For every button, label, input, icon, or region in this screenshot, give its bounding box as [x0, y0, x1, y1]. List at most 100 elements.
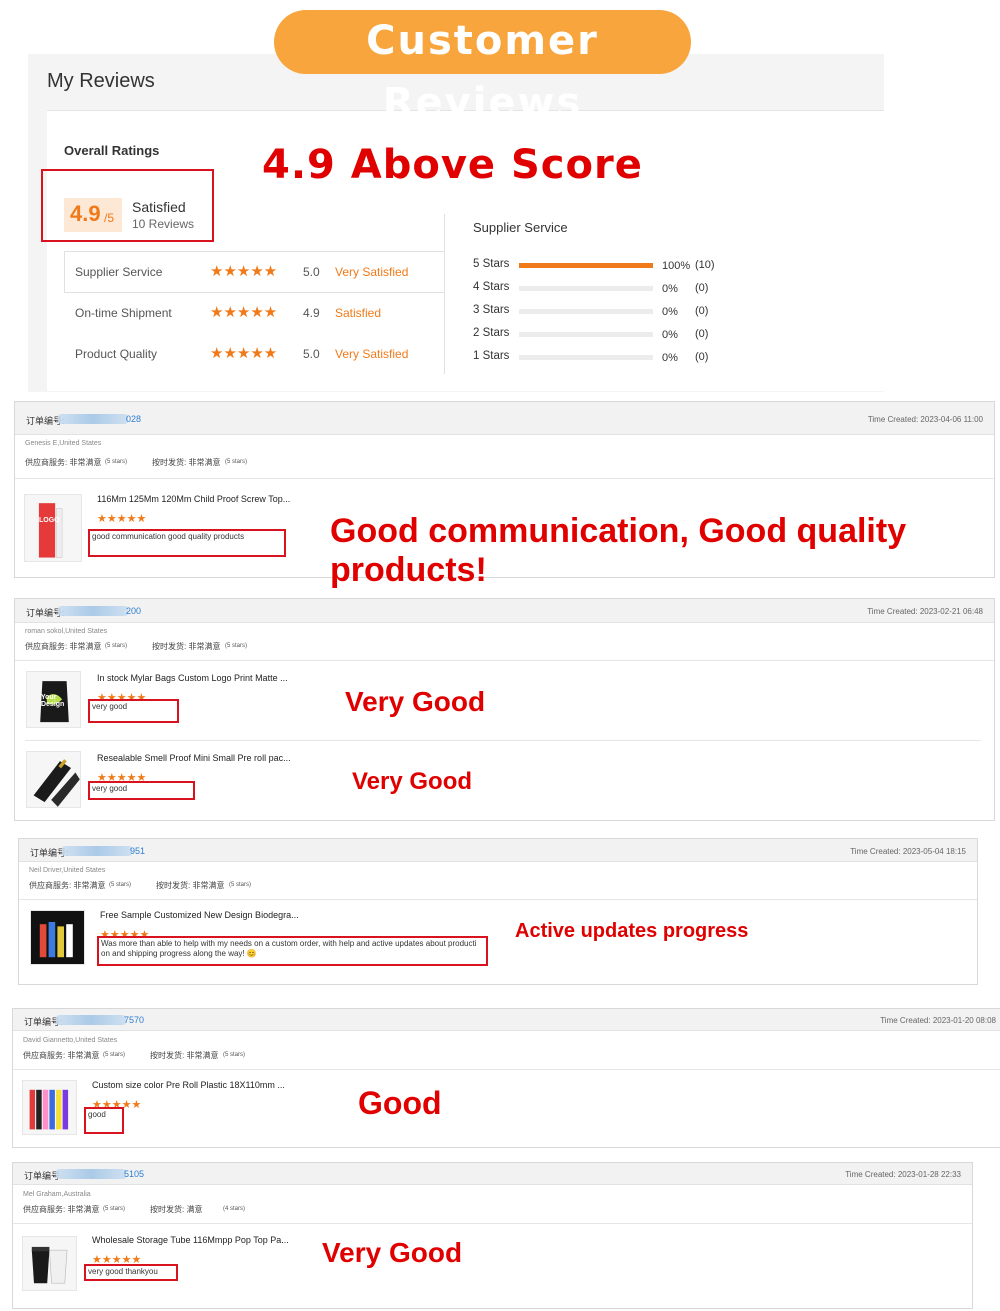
product-image — [38, 503, 63, 558]
supplier-service-stars: (5 stars) — [105, 643, 128, 649]
product-thumbnail[interactable]: Your Design — [26, 671, 81, 728]
bar-track — [519, 263, 653, 268]
order-number-tail[interactable]: 200 — [126, 606, 141, 616]
buyer-name: Genesis E,United States — [25, 440, 102, 447]
order-card-header — [15, 599, 994, 623]
bar-fill — [519, 263, 653, 268]
bar-track — [519, 309, 653, 314]
divider — [13, 1223, 972, 1224]
divider — [64, 251, 65, 293]
shipment-rating: 按时发货: 非常满意 — [150, 1051, 219, 1060]
order-card-header — [19, 839, 977, 862]
order-card-header — [13, 1163, 972, 1185]
review-callout: Good — [358, 1085, 442, 1121]
category-score: 4.9 — [303, 306, 320, 320]
divider — [444, 214, 445, 374]
review-comment: good — [88, 1110, 106, 1119]
time-created: Time Created: 2023-01-28 22:33 — [845, 1170, 961, 1179]
order-number-tail[interactable]: 7570 — [124, 1015, 144, 1025]
category-satisfaction: Satisfied — [335, 306, 382, 320]
product-thumbnail[interactable] — [26, 751, 81, 808]
star-level-label: 3 Stars — [473, 304, 510, 316]
divider — [15, 660, 994, 661]
supplier-service-stars: (5 stars) — [109, 882, 132, 888]
star-level-count: (0) — [695, 282, 709, 294]
supplier-service-rating: 供应商服务: 非常满意 — [25, 642, 102, 651]
category-name: On-time Shipment — [75, 306, 172, 320]
shipment-stars: (5 stars) — [229, 882, 252, 888]
category-satisfaction: Very Satisfied — [335, 347, 409, 361]
overall-satisfaction: Satisfied — [132, 199, 186, 215]
thumbnail-text: LOGO — [39, 517, 60, 524]
supplier-service-stars: (5 stars) — [103, 1052, 126, 1058]
product-image — [33, 759, 80, 807]
shipment-stars: (4 stars) — [223, 1206, 246, 1212]
order-number-tail[interactable]: 951 — [130, 846, 145, 856]
time-created: Time Created: 2023-01-20 08:08 — [880, 1016, 996, 1025]
divider — [64, 292, 445, 293]
bar-track — [519, 286, 653, 291]
product-image — [29, 1089, 69, 1130]
review-count: 10 Reviews — [132, 217, 195, 231]
shipment-stars: (5 stars) — [223, 1052, 246, 1058]
product-title[interactable]: In stock Mylar Bags Custom Logo Print Ma… — [97, 673, 288, 683]
shipment-stars: (5 stars) — [225, 459, 248, 465]
redacted-order-number — [62, 846, 132, 856]
category-score: 5.0 — [303, 265, 320, 279]
shipment-rating: 按时发货: 非常满意 — [152, 458, 221, 467]
category-name: Product Quality — [75, 347, 158, 361]
review-comment: very good thankyou — [88, 1267, 158, 1276]
category-satisfaction: Very Satisfied — [335, 265, 409, 279]
review-comment: good communication good quality products — [92, 532, 245, 541]
product-thumbnail[interactable] — [22, 1236, 77, 1291]
divider — [64, 251, 445, 252]
customer-reviews-banner: Customer Reviews — [274, 10, 691, 126]
star-level-percent: 0% — [662, 329, 678, 341]
review-callout: Very Good — [322, 1237, 463, 1268]
divider — [15, 478, 994, 479]
star-level-count: (10) — [695, 259, 715, 271]
divider — [25, 740, 981, 741]
shipment-rating: 按时发货: 满意 — [150, 1205, 203, 1214]
order-number-tail[interactable]: 5105 — [124, 1169, 144, 1179]
buyer-name: roman sokol,United States — [25, 628, 108, 635]
product-image — [31, 911, 84, 964]
divider — [19, 899, 977, 900]
product-title[interactable]: Resealable Smell Proof Mini Small Pre ro… — [97, 753, 291, 763]
redacted-order-number — [58, 414, 128, 424]
review-callout: Very Good — [352, 768, 473, 795]
shipment-stars: (5 stars) — [225, 643, 248, 649]
shipment-rating: 按时发货: 非常满意 — [152, 642, 221, 651]
supplier-service-title: Supplier Service — [473, 220, 568, 235]
bar-track — [519, 332, 653, 337]
supplier-service-stars: (5 stars) — [103, 1206, 126, 1212]
page-title: My Reviews — [47, 70, 155, 92]
divider — [13, 1069, 1000, 1070]
product-thumbnail[interactable] — [30, 910, 85, 965]
redacted-order-number — [56, 1169, 126, 1179]
buyer-name: David Giannetto,United States — [23, 1037, 118, 1044]
product-thumbnail[interactable]: LOGO — [24, 494, 82, 562]
score-denominator: /5 — [104, 211, 115, 225]
product-thumbnail[interactable] — [22, 1080, 77, 1135]
category-name: Supplier Service — [75, 265, 163, 279]
product-title[interactable]: 116Mm 125Mm 120Mm Child Proof Screw Top.… — [97, 494, 290, 504]
star-level-count: (0) — [695, 305, 709, 317]
product-title[interactable]: Free Sample Customized New Design Biodeg… — [100, 910, 299, 920]
star-level-count: (0) — [695, 328, 709, 340]
time-created: Time Created: 2023-04-06 11:00 — [867, 415, 983, 424]
star-rating: ★★★★★ — [210, 304, 278, 321]
product-image — [31, 1246, 68, 1284]
supplier-service-rating: 供应商服务: 非常满意 — [23, 1205, 100, 1214]
star-level-label: 1 Stars — [473, 350, 510, 362]
order-card-header — [15, 402, 994, 435]
category-score: 5.0 — [303, 347, 320, 361]
product-title[interactable]: Wholesale Storage Tube 116Mmpp Pop Top P… — [92, 1235, 289, 1245]
redacted-order-number — [56, 1015, 126, 1025]
star-level-label: 4 Stars — [473, 281, 510, 293]
review-comment: very good — [92, 784, 128, 793]
review-comment: very good — [92, 702, 128, 711]
order-number-tail[interactable]: 028 — [126, 414, 141, 424]
supplier-service-rating: 供应商服务: 非常满意 — [29, 881, 106, 890]
product-title[interactable]: Custom size color Pre Roll Plastic 18X11… — [92, 1080, 285, 1090]
